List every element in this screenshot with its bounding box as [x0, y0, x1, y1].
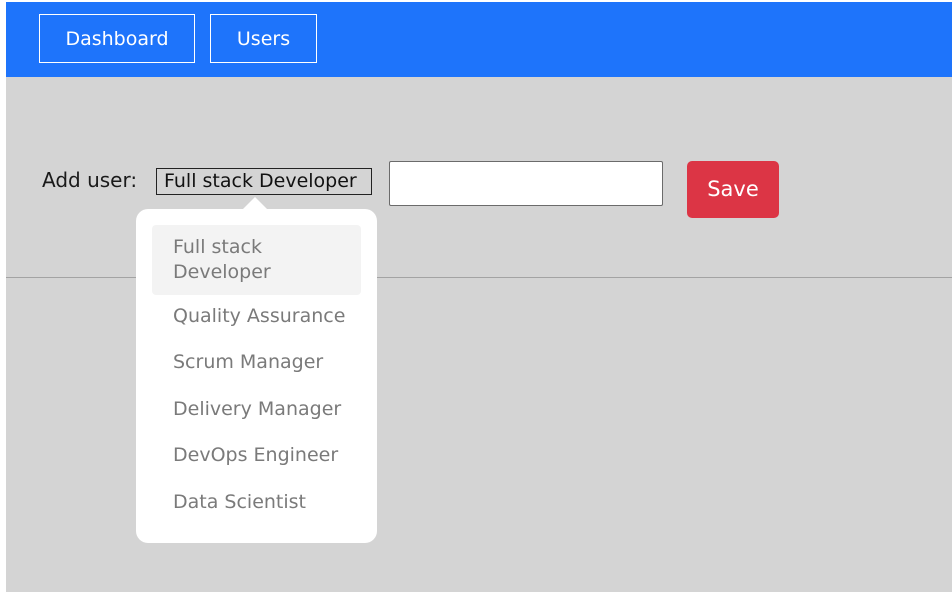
role-option-delivery-manager[interactable]: Delivery Manager — [152, 397, 361, 422]
role-select[interactable]: Full stack Developer — [156, 168, 372, 195]
add-user-label: Add user: — [42, 168, 138, 192]
nav-dashboard-button[interactable]: Dashboard — [39, 14, 195, 63]
role-option-full-stack-developer[interactable]: Full stack Developer — [152, 225, 361, 295]
nav-users-button[interactable]: Users — [210, 14, 317, 63]
dropdown-arrow — [243, 197, 267, 209]
role-option-scrum-manager[interactable]: Scrum Manager — [152, 350, 361, 375]
role-option-quality-assurance[interactable]: Quality Assurance — [152, 304, 361, 329]
save-button[interactable]: Save — [687, 161, 779, 218]
role-dropdown-menu: Full stack Developer Quality Assurance S… — [136, 209, 377, 543]
top-navbar: Dashboard Users — [6, 2, 952, 77]
role-option-data-scientist[interactable]: Data Scientist — [152, 490, 361, 515]
role-option-devops-engineer[interactable]: DevOps Engineer — [152, 443, 361, 468]
user-name-input[interactable] — [389, 161, 663, 206]
